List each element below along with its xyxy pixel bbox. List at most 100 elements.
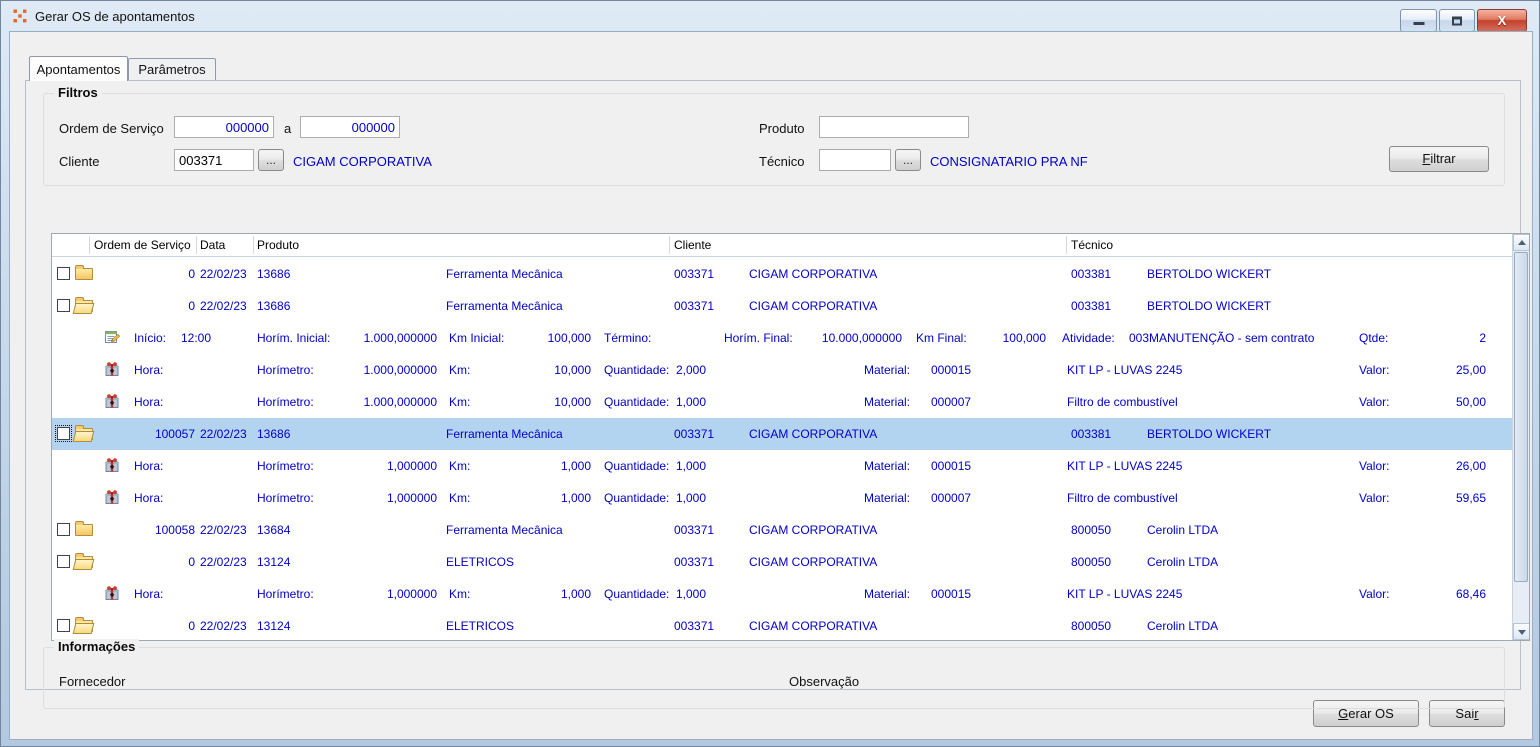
material-row[interactable]: Hora: Horímetro: 1.000,000000 Km: 10,000… [52, 386, 1512, 418]
material-desc: KIT LP - LUVAS 2245 [1067, 363, 1183, 377]
informacoes-legend: Informações [54, 639, 140, 654]
maximize-button[interactable] [1439, 9, 1475, 32]
tab-parametros[interactable]: Parâmetros [128, 58, 216, 81]
horimetro-label: Horímetro: [257, 395, 314, 409]
os-date: 22/02/23 [200, 555, 247, 569]
os-from-input[interactable] [174, 116, 274, 138]
hora-label: Hora: [134, 587, 164, 601]
scroll-down-button[interactable] [1513, 623, 1529, 640]
os-row[interactable]: 0 22/02/23 13124 ELETRICOS 003371 CIGAM … [52, 546, 1512, 578]
scroll-up-button[interactable] [1513, 234, 1529, 251]
header-tecnico[interactable]: Técnico [1071, 238, 1113, 252]
quantidade-value: 1,000 [676, 459, 707, 473]
vertical-scrollbar[interactable] [1512, 234, 1529, 640]
km-value: 10,000 [554, 363, 591, 377]
quantidade-label: Quantidade: [604, 459, 670, 473]
qtde-value: 2 [1479, 331, 1486, 345]
header-cliente[interactable]: Cliente [674, 238, 711, 252]
minimize-button[interactable] [1400, 9, 1437, 32]
km-value: 1,000 [560, 587, 591, 601]
cliente-name: CIGAM CORPORATIVA [749, 427, 878, 441]
title-bar[interactable]: Gerar OS de apontamentos X [1, 1, 1539, 32]
material-row[interactable]: Hora: Horímetro: 1.000,000000 Km: 10,000… [52, 354, 1512, 386]
header-data[interactable]: Data [200, 238, 225, 252]
filtrar-button[interactable]: Filtrar [1389, 146, 1489, 172]
km-final-value: 100,000 [1002, 331, 1046, 345]
os-date: 22/02/23 [200, 267, 247, 281]
produto-desc: ELETRICOS [446, 555, 515, 569]
package-icon [105, 362, 119, 376]
tecnico-code: 003381 [1071, 267, 1112, 281]
km-label: Km: [449, 459, 471, 473]
header-produto[interactable]: Produto [257, 238, 299, 252]
cliente-name: CIGAM CORPORATIVA [749, 619, 878, 633]
tecnico-browse-button[interactable]: ... [895, 149, 921, 171]
material-row[interactable]: Hora: Horímetro: 1,000000 Km: 1,000 Quan… [52, 578, 1512, 610]
scrollbar-thumb[interactable] [1514, 252, 1528, 582]
cliente-code-input[interactable] [174, 149, 254, 171]
material-label: Material: [864, 491, 911, 505]
hora-label: Hora: [134, 491, 164, 505]
package-icon [105, 394, 119, 408]
cliente-code: 003371 [674, 299, 715, 313]
tecnico-name: BERTOLDO WICKERT [1147, 267, 1272, 281]
cliente-code: 003371 [674, 555, 715, 569]
quantidade-label: Quantidade: [604, 363, 670, 377]
window: Gerar OS de apontamentos X Apontamentos … [0, 0, 1540, 747]
tecnico-code: 003381 [1071, 427, 1112, 441]
os-number: 0 [188, 619, 195, 633]
material-label: Material: [864, 459, 911, 473]
os-date: 22/02/23 [200, 427, 247, 441]
material-code: 000015 [931, 459, 972, 473]
header-ordem-de-servico[interactable]: Ordem de Serviço [94, 238, 191, 252]
os-row[interactable]: 0 22/02/23 13686 Ferramenta Mecânica 003… [52, 290, 1512, 322]
cliente-name: CIGAM CORPORATIVA [749, 267, 878, 281]
km-label: Km: [449, 587, 471, 601]
minimize-icon [1413, 22, 1424, 25]
note-edit-icon [105, 331, 120, 343]
produto-code: 13686 [257, 427, 291, 441]
material-row[interactable]: Hora: Horímetro: 1,000000 Km: 1,000 Quan… [52, 450, 1512, 482]
cliente-name-text: CIGAM CORPORATIVA [293, 154, 432, 169]
valor-value: 25,00 [1455, 363, 1486, 377]
row-checkbox[interactable] [57, 267, 70, 280]
horimetro-label: Horímetro: [257, 459, 314, 473]
os-to-input[interactable] [300, 116, 400, 138]
cliente-browse-button[interactable]: ... [258, 149, 284, 171]
cliente-label: Cliente [59, 154, 100, 169]
os-row-selected[interactable]: 100057 22/02/23 13686 Ferramenta Mecânic… [52, 418, 1512, 450]
row-checkbox[interactable] [57, 299, 70, 312]
close-button[interactable]: X [1477, 9, 1527, 32]
grid-header: Ordem de Serviço Data Produto Cliente Té… [52, 234, 1512, 257]
os-row[interactable]: 0 22/02/23 13686 Ferramenta Mecânica 003… [52, 258, 1512, 290]
row-checkbox[interactable] [57, 619, 70, 632]
quantidade-label: Quantidade: [604, 587, 670, 601]
km-inicial-value: 100,000 [547, 331, 591, 345]
apontamentos-grid: Ordem de Serviço Data Produto Cliente Té… [51, 233, 1530, 641]
column-separator [1066, 236, 1067, 254]
material-desc: KIT LP - LUVAS 2245 [1067, 459, 1183, 473]
km-label: Km: [449, 491, 471, 505]
produto-desc: Ferramenta Mecânica [446, 267, 563, 281]
atividade-desc: MANUTENÇÃO - sem contrato [1149, 331, 1315, 345]
produto-input[interactable] [819, 116, 969, 138]
tecnico-code: 003381 [1071, 299, 1112, 313]
valor-value: 26,00 [1455, 459, 1486, 473]
folder-open-icon [75, 553, 93, 568]
os-row[interactable]: 100058 22/02/23 13684 Ferramenta Mecânic… [52, 514, 1512, 546]
row-checkbox[interactable] [57, 523, 70, 536]
column-separator [669, 236, 670, 254]
row-checkbox[interactable] [55, 425, 72, 442]
tecnico-name-text: CONSIGNATARIO PRA NF [930, 154, 1088, 169]
os-row[interactable]: 0 22/02/23 13124 ELETRICOS 003371 CIGAM … [52, 610, 1512, 640]
row-checkbox[interactable] [57, 555, 70, 568]
tab-apontamentos[interactable]: Apontamentos [29, 56, 128, 81]
tecnico-code-input[interactable] [819, 149, 891, 171]
material-row[interactable]: Hora: Horímetro: 1,000000 Km: 1,000 Quan… [52, 482, 1512, 514]
cliente-code: 003371 [674, 267, 715, 281]
dialog-client-area: Apontamentos Parâmetros Filtros Ordem de… [9, 31, 1533, 740]
folder-open-icon [75, 617, 93, 632]
apontamento-row[interactable]: Início: 12:00 Horím. Inicial: 1.000,0000… [52, 322, 1512, 354]
filters-legend: Filtros [54, 85, 102, 100]
km-value: 1,000 [560, 491, 591, 505]
